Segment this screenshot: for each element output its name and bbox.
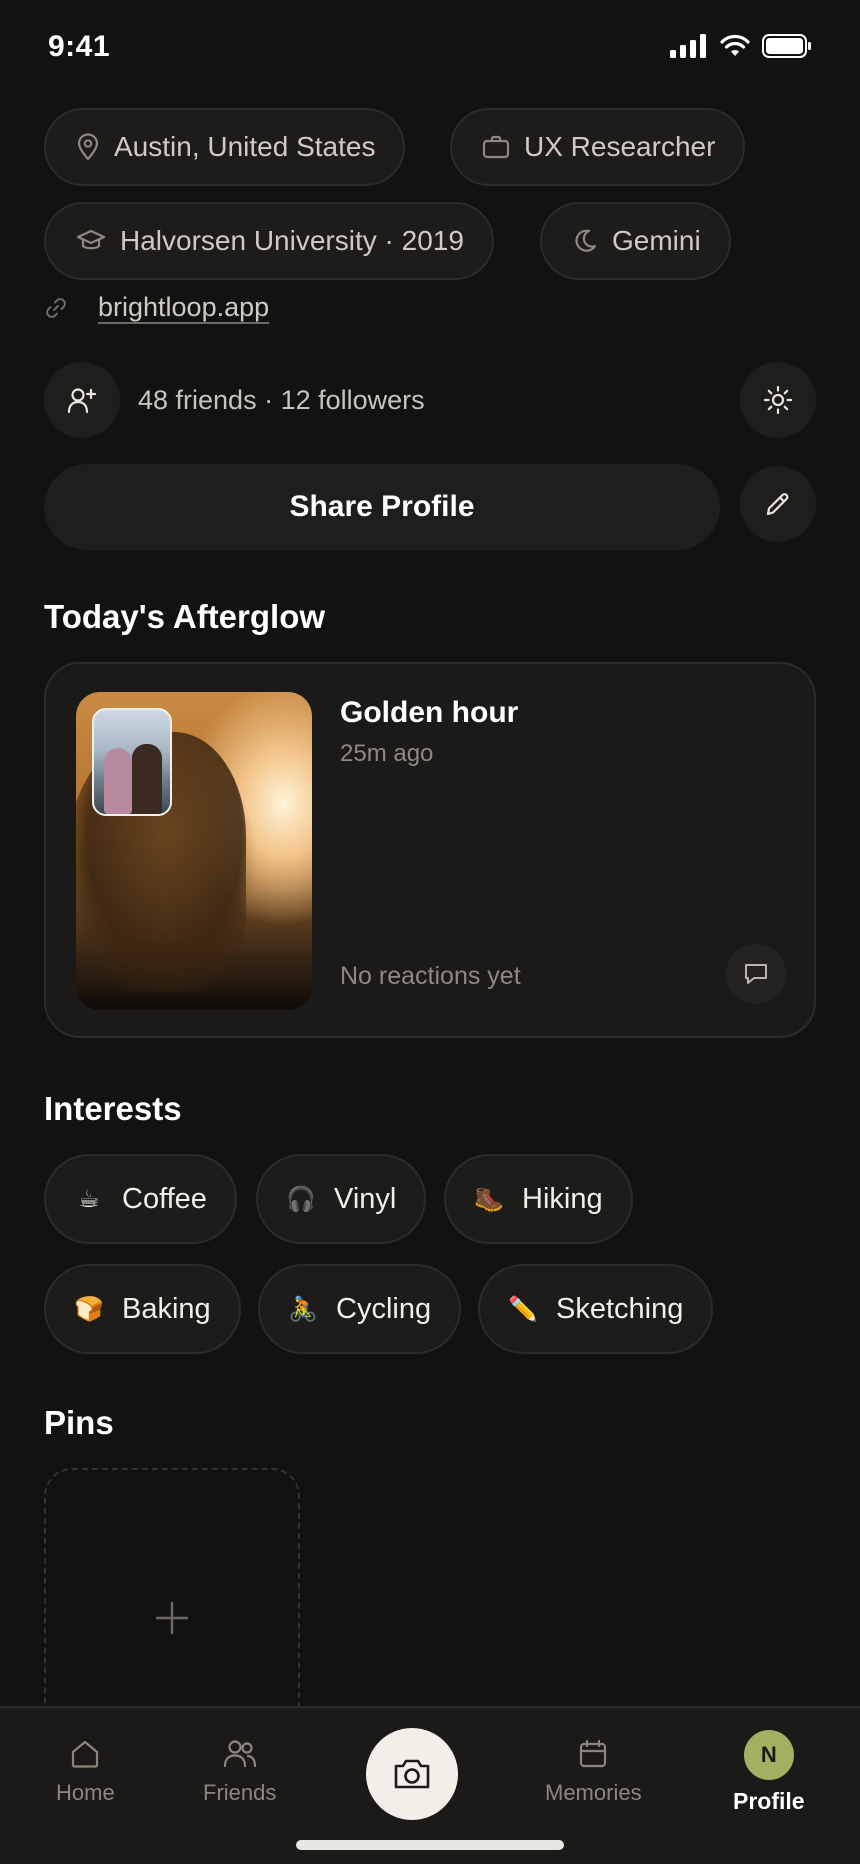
tab-friends[interactable]: Friends xyxy=(203,1738,276,1806)
home-indicator xyxy=(296,1840,564,1850)
job-text: UX Researcher xyxy=(524,131,716,162)
tab-friends-label: Friends xyxy=(203,1780,277,1805)
website-row[interactable]: brightloop.app xyxy=(44,292,269,323)
calendar-icon xyxy=(580,1739,607,1768)
interest-chip-vinyl[interactable]: 🎧 Vinyl xyxy=(256,1154,427,1244)
interest-chip-hiking[interactable]: 🥾 Hiking xyxy=(444,1154,633,1244)
status-time: 9:41 xyxy=(48,30,111,63)
comment-button[interactable] xyxy=(726,944,786,1004)
coffee-icon: ☕ xyxy=(78,1185,100,1213)
pencil-emoji-icon: ✏️ xyxy=(508,1295,538,1323)
job-chip: UX Researcher xyxy=(450,108,746,186)
home-icon xyxy=(72,1740,99,1768)
avatar: N xyxy=(743,1730,794,1780)
interest-chip-coffee[interactable]: ☕ Coffee xyxy=(44,1154,237,1244)
afterglow-inset-photo[interactable] xyxy=(92,708,172,816)
interest-label: Sketching xyxy=(556,1292,684,1325)
moon-icon xyxy=(575,229,597,252)
hiking-boot-icon: 🥾 xyxy=(474,1185,504,1213)
inset-person xyxy=(104,748,132,814)
zodiac-chip: Gemini xyxy=(540,202,731,280)
tab-memories-label: Memories xyxy=(545,1780,642,1805)
interests-section-title: Interests xyxy=(44,1090,182,1127)
comment-icon xyxy=(745,964,767,984)
cyclist-icon: 🚴 xyxy=(288,1295,318,1323)
graduation-cap-icon xyxy=(76,229,106,250)
afterglow-reactions: No reactions yet xyxy=(340,962,521,990)
friends-summary[interactable]: 48 friends · 12 followers xyxy=(138,385,425,416)
wifi-icon xyxy=(720,34,750,56)
friends-row: 48 friends · 12 followers xyxy=(44,362,816,438)
inset-person xyxy=(132,744,162,814)
afterglow-title: Golden hour xyxy=(340,696,519,729)
tab-profile-label: Profile xyxy=(733,1788,805,1814)
interest-label: Hiking xyxy=(522,1182,603,1215)
education-chip: Halvorsen University · 2019 xyxy=(44,202,494,280)
status-bar: 9:41 xyxy=(0,0,860,96)
status-icons xyxy=(670,34,812,58)
location-text: Austin, United States xyxy=(114,131,376,162)
afterglow-photo[interactable] xyxy=(76,692,312,1010)
edit-profile-button[interactable] xyxy=(740,466,816,542)
camera-icon xyxy=(394,1759,430,1789)
briefcase-icon xyxy=(482,135,510,159)
tab-home[interactable]: Home xyxy=(56,1738,115,1806)
add-friend-button[interactable] xyxy=(44,362,120,438)
interest-label: Baking xyxy=(122,1292,211,1325)
afterglow-card[interactable]: Golden hour 25m ago No reactions yet xyxy=(44,662,816,1038)
add-friend-icon xyxy=(67,388,97,414)
interest-chip-baking[interactable]: 🍞 Baking xyxy=(44,1264,241,1354)
pencil-icon xyxy=(766,493,789,516)
cellular-signal-icon xyxy=(670,34,706,58)
interest-label: Cycling xyxy=(336,1292,432,1325)
interest-label: Coffee xyxy=(122,1182,207,1215)
tab-memories[interactable]: Memories xyxy=(545,1738,642,1806)
battery-icon xyxy=(762,34,811,58)
theme-toggle-button[interactable] xyxy=(740,362,816,438)
interest-label: Vinyl xyxy=(334,1182,397,1215)
friends-icon xyxy=(223,1740,256,1768)
zodiac-text: Gemini xyxy=(612,225,701,256)
tab-home-label: Home xyxy=(56,1780,115,1805)
camera-button[interactable] xyxy=(366,1728,458,1820)
afterglow-section-title: Today's Afterglow xyxy=(44,598,326,635)
link-icon xyxy=(46,297,66,318)
interest-chip-cycling[interactable]: 🚴 Cycling xyxy=(258,1264,462,1354)
tab-profile[interactable]: N Profile xyxy=(733,1730,805,1815)
bread-icon: 🍞 xyxy=(74,1295,104,1323)
pins-section-title: Pins xyxy=(44,1404,114,1441)
sun-icon xyxy=(763,385,793,415)
location-pin-icon xyxy=(77,133,99,161)
share-profile-button[interactable]: Share Profile xyxy=(44,464,720,550)
interest-chip-sketching[interactable]: ✏️ Sketching xyxy=(478,1264,714,1354)
afterglow-time: 25m ago xyxy=(340,740,434,767)
plus-icon xyxy=(155,1601,189,1635)
headphones-icon: 🎧 xyxy=(286,1185,316,1213)
education-text: Halvorsen University · 2019 xyxy=(120,225,464,256)
website-link[interactable]: brightloop.app xyxy=(98,292,269,323)
location-chip: Austin, United States xyxy=(44,108,406,186)
